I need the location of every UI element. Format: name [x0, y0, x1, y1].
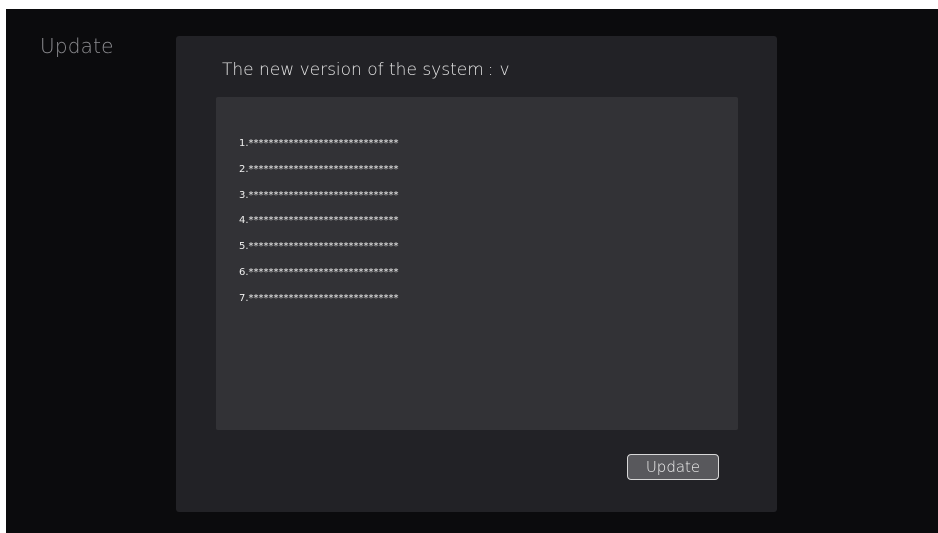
release-note-item: 7.******************************: [239, 292, 399, 304]
release-note-item: 4.******************************: [239, 215, 399, 227]
release-notes-panel[interactable]: 1.****************************** 2.*****…: [216, 97, 738, 430]
release-note-item: 1.******************************: [239, 138, 399, 149]
release-note-item: 5.******************************: [239, 241, 399, 253]
release-note-item: 2.******************************: [239, 163, 399, 175]
dialog-title: The new version of the system: v: [222, 60, 510, 80]
tv-screen: Update The new version of the system: v 1…: [6, 9, 938, 533]
release-note-item: 6.******************************: [239, 266, 399, 278]
page-title: Update: [40, 34, 114, 58]
release-notes-list: 1.****************************** 2.*****…: [239, 131, 399, 312]
update-button[interactable]: Update: [627, 454, 719, 480]
version-value: v: [499, 60, 510, 80]
dialog-title-text: The new version of the system: [222, 60, 484, 80]
release-note-item: 3.******************************: [239, 189, 399, 201]
update-dialog: The new version of the system: v 1.******…: [176, 36, 777, 512]
dialog-title-separator: :: [487, 60, 494, 80]
